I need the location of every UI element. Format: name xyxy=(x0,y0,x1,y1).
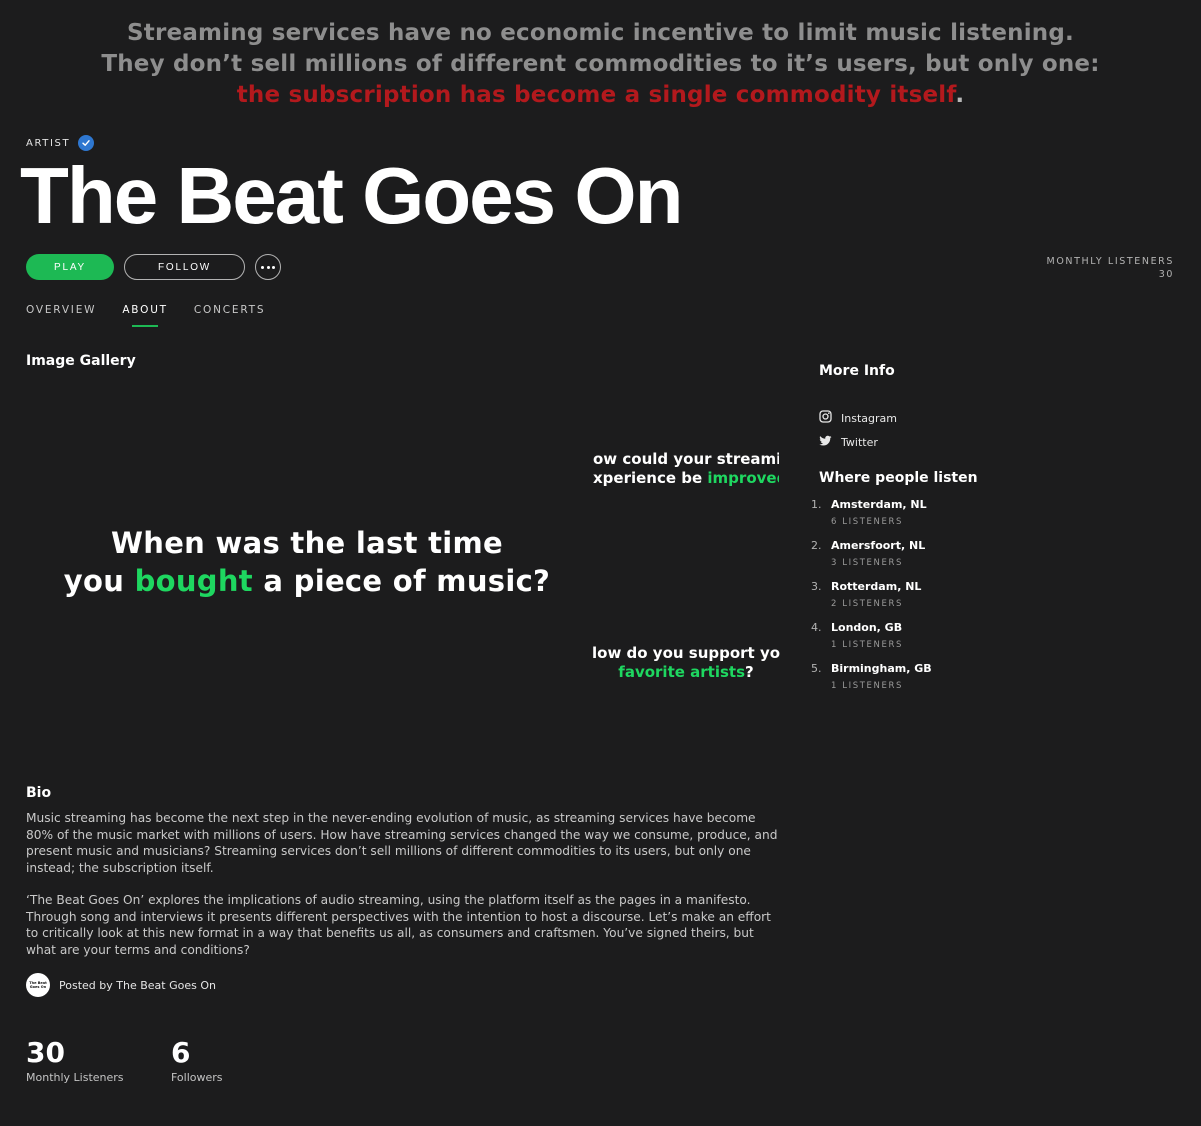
more-info-title: More Info xyxy=(819,363,895,379)
city-rank: 2. xyxy=(811,539,822,552)
gallery-q1-highlight: improved xyxy=(707,469,779,487)
banner-line-3: the subscription has become a single com… xyxy=(0,80,1201,111)
avatar: The Beat Goes On xyxy=(26,973,50,997)
twitter-icon xyxy=(819,435,832,450)
list-item: 4. London, GB 1 LISTENERS xyxy=(808,619,1008,660)
twitter-label: Twitter xyxy=(841,436,878,449)
monthly-listeners-header: MONTHLY LISTENERS 30 xyxy=(1047,255,1174,281)
artist-tabs: OVERVIEW ABOUT CONCERTS xyxy=(26,304,265,326)
followers-stat: 6 Followers xyxy=(171,1036,223,1084)
city-listener-count: 1 LISTENERS xyxy=(831,681,903,691)
more-dot-icon xyxy=(261,265,265,269)
where-people-listen-list: 1. Amsterdam, NL 6 LISTENERS 2. Amersfoo… xyxy=(808,496,1008,701)
artist-type-text: ARTIST xyxy=(26,137,71,149)
posted-by[interactable]: The Beat Goes On Posted by The Beat Goes… xyxy=(26,973,216,997)
gallery-image-question-1[interactable]: ow could your streamin xperience be impr… xyxy=(593,450,779,488)
monthly-listeners-value: 30 xyxy=(1158,269,1174,280)
gallery-main-highlight: bought xyxy=(134,564,253,598)
gallery-main-text: you xyxy=(63,564,135,598)
bio-title: Bio xyxy=(26,785,52,801)
banner-line-3-highlight: the subscription has become a single com… xyxy=(236,82,956,108)
twitter-link[interactable]: Twitter xyxy=(819,435,878,450)
city-name: London, GB xyxy=(831,621,903,634)
banner-quote: Streaming services have no economic ince… xyxy=(0,18,1201,111)
followers-stat-label: Followers xyxy=(171,1071,223,1084)
gallery-image-main[interactable]: When was the last time you bought a piec… xyxy=(60,524,554,600)
city-rank: 1. xyxy=(811,498,822,511)
gallery-q2-line-1: low do you support you xyxy=(592,644,780,662)
city-rank: 4. xyxy=(811,621,822,634)
city-listener-count: 6 LISTENERS xyxy=(831,517,903,527)
follow-button[interactable]: FOLLOW xyxy=(124,254,245,280)
more-options-button[interactable] xyxy=(255,254,281,280)
city-listener-count: 2 LISTENERS xyxy=(831,599,903,609)
image-gallery-title: Image Gallery xyxy=(26,353,136,369)
instagram-icon xyxy=(819,410,832,426)
instagram-label: Instagram xyxy=(841,411,897,425)
tab-concerts[interactable]: CONCERTS xyxy=(194,304,265,326)
banner-line-2: They don’t sell millions of different co… xyxy=(101,51,1100,77)
gallery-q2-line-2: favorite artists? xyxy=(592,663,780,682)
more-dot-icon xyxy=(271,265,275,269)
city-name: Amsterdam, NL xyxy=(831,498,927,511)
verified-check-icon xyxy=(78,135,95,151)
artist-type-label: ARTIST xyxy=(26,135,95,151)
city-name: Rotterdam, NL xyxy=(831,580,922,593)
gallery-q2-text: ? xyxy=(745,663,754,681)
posted-by-label: Posted by The Beat Goes On xyxy=(59,978,216,992)
list-item: 3. Rotterdam, NL 2 LISTENERS xyxy=(808,578,1008,619)
followers-stat-value: 6 xyxy=(171,1036,191,1069)
gallery-image-question-2[interactable]: low do you support you favorite artists? xyxy=(592,644,780,682)
city-rank: 5. xyxy=(811,662,822,675)
monthly-listeners-stat-label: Monthly Listeners xyxy=(26,1071,124,1084)
list-item: 5. Birmingham, GB 1 LISTENERS xyxy=(808,660,1008,701)
monthly-listeners-stat: 30 Monthly Listeners xyxy=(26,1036,124,1084)
tab-about[interactable]: ABOUT xyxy=(122,304,168,326)
monthly-listeners-stat-value: 30 xyxy=(26,1036,65,1069)
play-button[interactable]: PLAY xyxy=(26,254,114,280)
list-item: 2. Amersfoort, NL 3 LISTENERS xyxy=(808,537,1008,578)
bio-paragraph-1: Music streaming has become the next step… xyxy=(26,811,778,875)
bio-paragraph-2: ‘The Beat Goes On’ explores the implicat… xyxy=(26,893,771,957)
gallery-q1-line-2: xperience be improved xyxy=(593,469,779,488)
gallery-main-line-1: When was the last time xyxy=(110,526,504,560)
gallery-q1-line-1: ow could your streamin xyxy=(593,450,779,468)
city-name: Amersfoort, NL xyxy=(831,539,926,552)
gallery-main-line-2: you bought a piece of music? xyxy=(60,562,554,600)
where-people-listen-title: Where people listen xyxy=(819,470,978,486)
city-listener-count: 3 LISTENERS xyxy=(831,558,903,568)
banner-line-1: Streaming services have no economic ince… xyxy=(127,20,1074,46)
instagram-link[interactable]: Instagram xyxy=(819,410,897,426)
gallery-q1-text: xperience be xyxy=(593,469,708,487)
gallery-main-text: a piece of music? xyxy=(252,564,551,598)
city-name: Birmingham, GB xyxy=(831,662,932,675)
city-listener-count: 1 LISTENERS xyxy=(831,640,903,650)
gallery-q2-highlight: favorite artists xyxy=(618,663,745,681)
more-dot-icon xyxy=(266,265,270,269)
city-rank: 3. xyxy=(811,580,822,593)
artist-name-title: The Beat Goes On xyxy=(20,151,683,240)
tab-overview[interactable]: OVERVIEW xyxy=(26,304,96,326)
banner-line-3-end: . xyxy=(955,82,965,108)
monthly-listeners-label: MONTHLY LISTENERS xyxy=(1046,256,1174,267)
bio-text: Music streaming has become the next step… xyxy=(26,810,786,958)
list-item: 1. Amsterdam, NL 6 LISTENERS xyxy=(808,496,1008,537)
